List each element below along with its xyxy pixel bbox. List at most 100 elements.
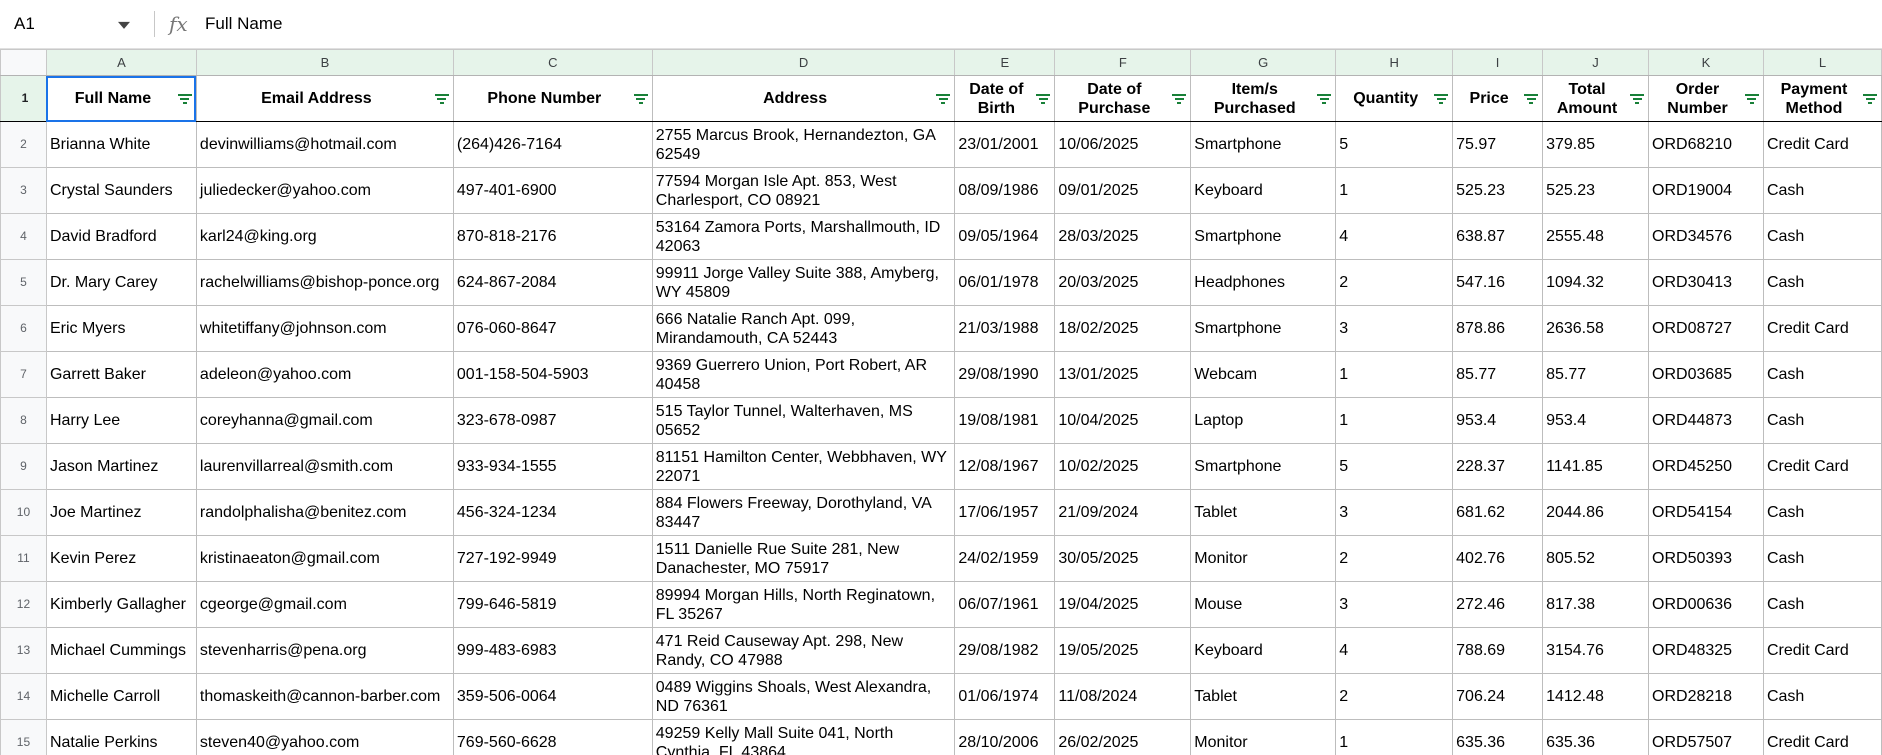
header-cell[interactable]: Total Amount <box>1542 75 1650 122</box>
cell[interactable]: 10/06/2025 <box>1054 121 1192 168</box>
chevron-down-icon[interactable] <box>118 21 130 29</box>
cell[interactable]: 999-483-6983 <box>452 627 653 674</box>
cell[interactable]: 953.4 <box>1452 397 1544 444</box>
filter-icon[interactable] <box>633 93 648 104</box>
cell[interactable]: 28/10/2006 <box>954 719 1056 755</box>
cell[interactable]: 272.46 <box>1452 581 1544 628</box>
cell[interactable]: 2555.48 <box>1542 213 1650 260</box>
cell[interactable]: Brianna White <box>45 121 197 168</box>
cell[interactable]: 1412.48 <box>1542 673 1650 720</box>
cell[interactable]: 471 Reid Causeway Apt. 298, New Randy, C… <box>651 627 956 674</box>
filter-icon[interactable] <box>1317 93 1332 104</box>
cell[interactable]: 870-818-2176 <box>452 213 653 260</box>
row-number[interactable]: 3 <box>0 167 47 214</box>
cell[interactable]: 727-192-9949 <box>452 535 653 582</box>
cell[interactable]: 01/06/1974 <box>954 673 1056 720</box>
column-header[interactable]: J <box>1542 49 1650 76</box>
row-number[interactable]: 14 <box>0 673 47 720</box>
cell[interactable]: 2 <box>1335 673 1454 720</box>
cell[interactable]: 788.69 <box>1452 627 1544 674</box>
cell[interactable]: 10/02/2025 <box>1054 443 1192 490</box>
cell[interactable]: 3 <box>1335 305 1454 352</box>
cell[interactable]: Michael Cummings <box>45 627 197 674</box>
cell[interactable]: 817.38 <box>1542 581 1650 628</box>
cell[interactable]: 19/05/2025 <box>1054 627 1192 674</box>
cell[interactable]: 635.36 <box>1452 719 1544 755</box>
cell[interactable]: ORD00636 <box>1648 581 1764 628</box>
filter-icon[interactable] <box>1172 93 1187 104</box>
cell[interactable]: 547.16 <box>1452 259 1544 306</box>
cell[interactable]: Kevin Perez <box>45 535 197 582</box>
cell[interactable]: Credit Card <box>1762 443 1882 490</box>
cell[interactable]: 799-646-5819 <box>452 581 653 628</box>
row-number[interactable]: 1 <box>0 75 47 122</box>
cell[interactable]: 06/01/1978 <box>954 259 1056 306</box>
column-header[interactable]: D <box>651 49 956 76</box>
cell[interactable]: Cash <box>1762 673 1882 720</box>
cell[interactable]: Cash <box>1762 259 1882 306</box>
cell[interactable]: 85.77 <box>1452 351 1544 398</box>
cell[interactable]: Mouse <box>1190 581 1337 628</box>
formula-input[interactable]: Full Name <box>205 14 282 34</box>
header-cell[interactable]: Quantity <box>1335 75 1454 122</box>
cell[interactable]: thomaskeith@cannon-barber.com <box>195 673 454 720</box>
header-cell[interactable]: Full Name <box>45 75 197 122</box>
cell[interactable]: 706.24 <box>1452 673 1544 720</box>
header-cell[interactable]: Address <box>651 75 956 122</box>
cell[interactable]: 9369 Guerrero Union, Port Robert, AR 404… <box>651 351 956 398</box>
cell[interactable]: 2 <box>1335 259 1454 306</box>
row-number[interactable]: 8 <box>0 397 47 444</box>
cell[interactable]: Cash <box>1762 535 1882 582</box>
cell[interactable]: 805.52 <box>1542 535 1650 582</box>
cell[interactable]: 23/01/2001 <box>954 121 1056 168</box>
cell[interactable]: 17/06/1957 <box>954 489 1056 536</box>
cell[interactable]: karl24@king.org <box>195 213 454 260</box>
cell[interactable]: 953.4 <box>1542 397 1650 444</box>
cell[interactable]: 1 <box>1335 351 1454 398</box>
cell[interactable]: 19/04/2025 <box>1054 581 1192 628</box>
cell[interactable]: 19/08/1981 <box>954 397 1056 444</box>
cell[interactable]: 359-506-0064 <box>452 673 653 720</box>
column-header[interactable]: L <box>1762 49 1882 76</box>
header-cell[interactable]: Price <box>1452 75 1544 122</box>
header-cell[interactable]: Order Number <box>1648 75 1764 122</box>
cell[interactable]: ORD50393 <box>1648 535 1764 582</box>
cell[interactable]: 497-401-6900 <box>452 167 653 214</box>
header-cell[interactable]: Email Address <box>195 75 454 122</box>
cell[interactable]: Cash <box>1762 213 1882 260</box>
cell[interactable]: Credit Card <box>1762 305 1882 352</box>
cell[interactable]: ORD03685 <box>1648 351 1764 398</box>
cell[interactable]: ORD28218 <box>1648 673 1764 720</box>
row-number[interactable]: 7 <box>0 351 47 398</box>
cell[interactable]: Credit Card <box>1762 121 1882 168</box>
filter-icon[interactable] <box>1863 93 1877 104</box>
cell[interactable]: 4 <box>1335 213 1454 260</box>
cell[interactable]: stevenharris@pena.org <box>195 627 454 674</box>
cell[interactable]: Smartphone <box>1190 305 1337 352</box>
cell[interactable]: 99911 Jorge Valley Suite 388, Amyberg, W… <box>651 259 956 306</box>
cell[interactable]: Michelle Carroll <box>45 673 197 720</box>
filter-icon[interactable] <box>1630 93 1645 104</box>
cell[interactable]: 11/08/2024 <box>1054 673 1192 720</box>
cell[interactable]: randolphalisha@benitez.com <box>195 489 454 536</box>
filter-icon[interactable] <box>1434 93 1449 104</box>
cell[interactable]: Crystal Saunders <box>45 167 197 214</box>
cell[interactable]: Keyboard <box>1190 167 1337 214</box>
cell[interactable]: 666 Natalie Ranch Apt. 099, Mirandamouth… <box>651 305 956 352</box>
cell[interactable]: 49259 Kelly Mall Suite 041, North Cynthi… <box>651 719 956 755</box>
cell[interactable]: ORD68210 <box>1648 121 1764 168</box>
cell[interactable]: 12/08/1967 <box>954 443 1056 490</box>
cell[interactable]: 18/02/2025 <box>1054 305 1192 352</box>
cell[interactable]: 681.62 <box>1452 489 1544 536</box>
cell[interactable]: 1 <box>1335 719 1454 755</box>
cell[interactable]: Cash <box>1762 351 1882 398</box>
filter-icon[interactable] <box>1524 93 1539 104</box>
cell[interactable]: 001-158-504-5903 <box>452 351 653 398</box>
filter-icon[interactable] <box>434 93 449 104</box>
cell[interactable]: Cash <box>1762 489 1882 536</box>
cell[interactable]: rachelwilliams@bishop-ponce.org <box>195 259 454 306</box>
cell[interactable]: ORD57507 <box>1648 719 1764 755</box>
row-number[interactable]: 11 <box>0 535 47 582</box>
cell[interactable]: 10/04/2025 <box>1054 397 1192 444</box>
row-number[interactable]: 2 <box>0 121 47 168</box>
